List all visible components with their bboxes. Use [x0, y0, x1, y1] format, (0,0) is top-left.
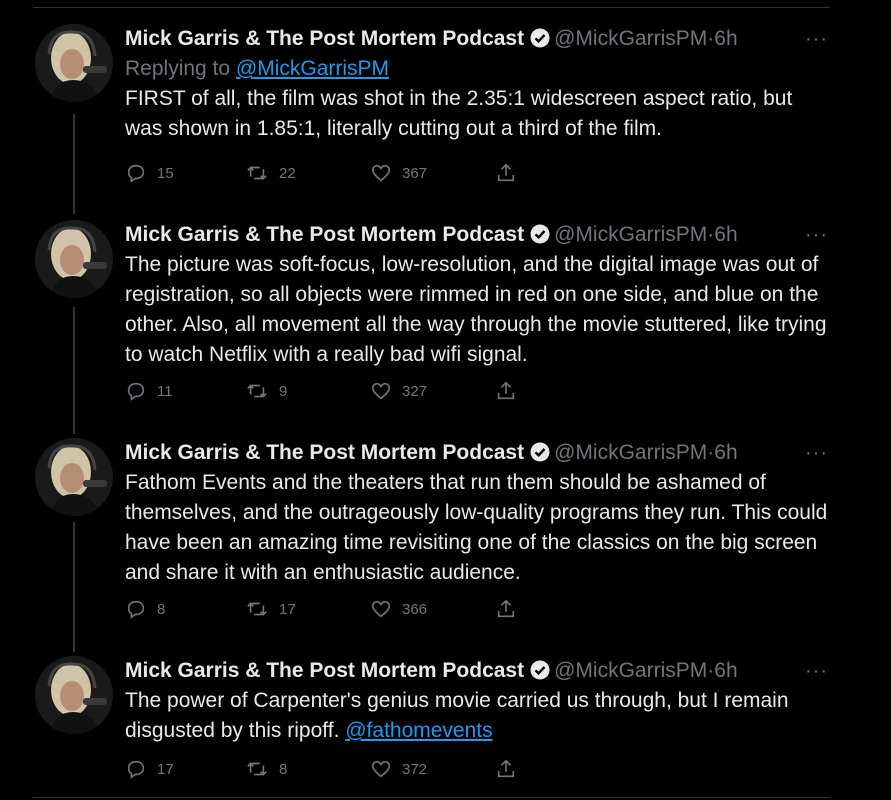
like-button[interactable]: 327: [370, 379, 427, 403]
like-count: 327: [402, 382, 428, 400]
reply-count: 11: [157, 382, 173, 400]
author-name[interactable]: Mick Garris & The Post Mortem Podcast: [125, 223, 524, 246]
tweet-actions: 15 22 367: [125, 161, 545, 185]
tweet-text: The picture was soft-focus, low-resoluti…: [125, 253, 827, 366]
like-button[interactable]: 372: [370, 757, 427, 781]
avatar[interactable]: [35, 438, 113, 516]
tweet-header: Mick Garris & The Post Mortem Podcast @Mi…: [125, 220, 830, 250]
retweet-count: 8: [279, 760, 288, 778]
top-divider: [33, 7, 830, 8]
author-handle[interactable]: @MickGarrisPM: [554, 223, 707, 246]
avatar[interactable]: [35, 656, 113, 734]
reply-count: 17: [157, 760, 174, 778]
reply-icon: [127, 382, 145, 401]
tweet-actions: 8 17 366: [125, 597, 545, 621]
share-icon: [497, 381, 515, 400]
tweet-header: Mick Garris & The Post Mortem Podcast @Mi…: [125, 656, 830, 686]
retweet-count: 22: [279, 164, 296, 182]
like-count: 367: [402, 164, 428, 182]
reply-button[interactable]: 11: [125, 379, 173, 403]
retweet-button[interactable]: 9: [245, 379, 287, 403]
share-icon: [497, 759, 515, 778]
tweet-header: Mick Garris & The Post Mortem Podcast @Mi…: [125, 438, 830, 468]
avatar[interactable]: [35, 24, 113, 102]
timestamp[interactable]: 6h: [714, 659, 737, 682]
verified-badge-icon: [530, 223, 550, 253]
verified-badge-icon: [530, 659, 550, 689]
share-button[interactable]: [495, 757, 527, 781]
share-icon: [497, 163, 515, 182]
reply-button[interactable]: 15: [125, 161, 174, 185]
like-count: 372: [402, 760, 428, 778]
reply-button[interactable]: 8: [125, 597, 165, 621]
verified-badge-icon: [530, 441, 550, 471]
share-icon: [497, 599, 515, 618]
mention-link[interactable]: @fathomevents: [345, 719, 492, 742]
reply-icon: [127, 600, 145, 619]
tweet-actions: 11 9 327: [125, 379, 545, 403]
share-button[interactable]: [495, 379, 527, 403]
share-button[interactable]: [495, 161, 527, 185]
retweet-icon: [247, 602, 267, 616]
tweet-text: Fathom Events and the theaters that run …: [125, 471, 828, 584]
retweet-count: 17: [279, 600, 296, 618]
reply-icon: [127, 760, 145, 779]
tweet[interactable]: Mick Garris & The Post Mortem Podcast @Mi…: [33, 438, 830, 638]
heart-icon: [371, 600, 391, 618]
retweet-icon: [247, 166, 267, 180]
more-options-icon[interactable]: ···: [805, 220, 828, 250]
avatar[interactable]: [35, 220, 113, 298]
author-name[interactable]: Mick Garris & The Post Mortem Podcast: [125, 27, 524, 50]
author-handle[interactable]: @MickGarrisPM: [554, 27, 707, 50]
heart-icon: [371, 164, 391, 182]
tweet[interactable]: Mick Garris & The Post Mortem Podcast @Mi…: [33, 656, 830, 791]
retweet-count: 9: [279, 382, 288, 400]
heart-icon: [371, 760, 391, 778]
author-name[interactable]: Mick Garris & The Post Mortem Podcast: [125, 659, 524, 682]
retweet-icon: [247, 762, 267, 776]
author-handle[interactable]: @MickGarrisPM: [554, 659, 707, 682]
author-handle[interactable]: @MickGarrisPM: [554, 441, 707, 464]
timestamp[interactable]: 6h: [714, 441, 737, 464]
retweet-icon: [247, 384, 267, 398]
like-button[interactable]: 367: [370, 161, 427, 185]
reply-icon: [127, 164, 145, 183]
more-options-icon[interactable]: ···: [805, 656, 828, 686]
timestamp[interactable]: 6h: [714, 27, 737, 50]
reply-count: 15: [157, 164, 174, 182]
replying-prefix: Replying to: [125, 57, 236, 80]
more-options-icon[interactable]: ···: [805, 438, 828, 468]
replying-to: Replying to @MickGarrisPM: [125, 54, 830, 84]
like-button[interactable]: 366: [370, 597, 427, 621]
replying-to-link[interactable]: @MickGarrisPM: [236, 57, 389, 80]
tweet-actions: 17 8 372: [125, 757, 545, 781]
tweet-text: The power of Carpenter's genius movie ca…: [125, 686, 830, 746]
reply-button[interactable]: 17: [125, 757, 174, 781]
retweet-button[interactable]: 17: [245, 597, 296, 621]
timestamp[interactable]: 6h: [714, 223, 737, 246]
tweet-header: Mick Garris & The Post Mortem Podcast @Mi…: [125, 24, 830, 54]
like-count: 366: [402, 600, 428, 618]
tweet[interactable]: Mick Garris & The Post Mortem Podcast @Mi…: [33, 220, 830, 420]
more-options-icon[interactable]: ···: [805, 24, 828, 54]
tweet-text: FIRST of all, the film was shot in the 2…: [125, 87, 793, 140]
retweet-button[interactable]: 8: [245, 757, 287, 781]
retweet-button[interactable]: 22: [245, 161, 296, 185]
author-name[interactable]: Mick Garris & The Post Mortem Podcast: [125, 441, 524, 464]
verified-badge-icon: [530, 27, 550, 57]
bottom-divider: [33, 797, 830, 798]
heart-icon: [371, 382, 391, 400]
reply-count: 8: [157, 600, 166, 618]
tweet[interactable]: Mick Garris & The Post Mortem Podcast @Mi…: [33, 24, 830, 194]
share-button[interactable]: [495, 597, 527, 621]
